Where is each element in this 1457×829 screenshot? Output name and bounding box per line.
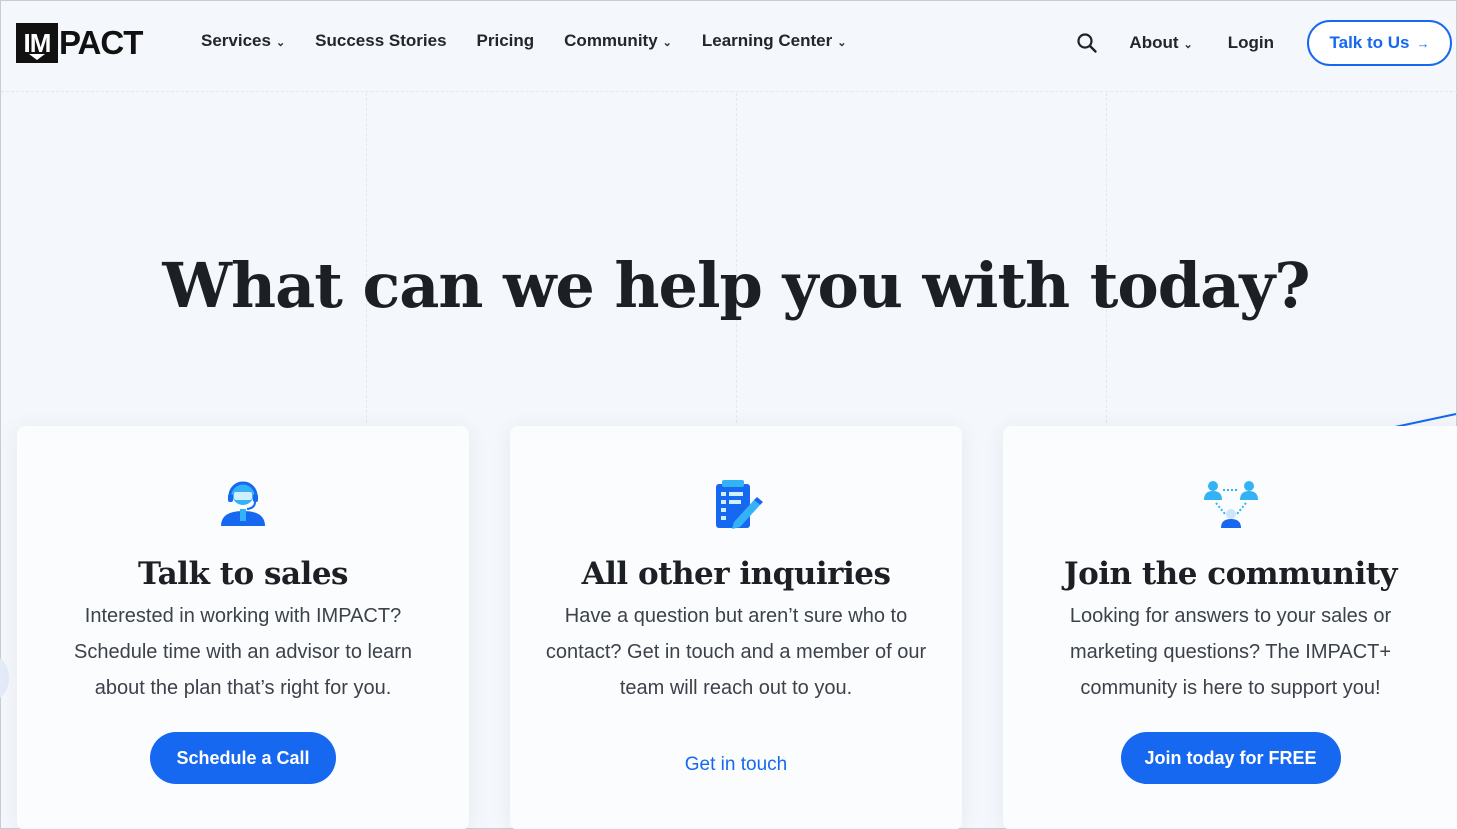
card-title: Join the community — [1063, 556, 1398, 592]
nav-label: Community — [564, 31, 658, 50]
site-header: IM PACT Services ⌄ Success Stories Prici… — [1, 1, 1457, 89]
nav-label: Learning Center — [701, 31, 833, 50]
chevron-down-icon: ⌄ — [662, 37, 672, 49]
card-description: Have a question but aren’t sure who to c… — [545, 605, 927, 699]
card-description: Looking for answers to your sales or mar… — [1069, 605, 1392, 699]
nav-label: Services — [201, 31, 271, 50]
arrow-right-icon: → — [1416, 35, 1430, 51]
card-title: All other inquiries — [581, 556, 891, 592]
search-icon[interactable] — [1075, 31, 1099, 55]
schedule-call-button[interactable]: Schedule a Call — [150, 732, 336, 784]
header-actions: About ⌄ Login Talk to Us → — [1075, 20, 1452, 66]
talk-to-us-button[interactable]: Talk to Us → — [1307, 20, 1452, 66]
nav-item-learning-center[interactable]: Learning Center ⌄ — [702, 31, 847, 51]
page-title: What can we help you with today? — [162, 249, 1310, 322]
nav-label: Success Stories — [315, 31, 447, 50]
nav-item-pricing[interactable]: Pricing — [477, 31, 535, 51]
nav-item-services[interactable]: Services ⌄ — [201, 31, 285, 51]
main-nav: Services ⌄ Success Stories Pricing Commu… — [201, 31, 846, 51]
nav-item-success-stories[interactable]: Success Stories — [315, 31, 446, 51]
guide-line-horizontal — [1, 91, 1457, 92]
card-talk-to-sales: Talk to sales Interested in working with… — [17, 426, 469, 829]
community-people-icon — [1203, 481, 1258, 528]
chevron-down-icon: ⌄ — [837, 37, 847, 49]
talk-to-us-label: Talk to Us — [1329, 33, 1410, 52]
logo-mark: IM — [16, 23, 58, 63]
nav-item-about[interactable]: About ⌄ — [1129, 33, 1192, 53]
clipboard-pencil-icon — [716, 480, 763, 529]
login-link[interactable]: Login — [1228, 33, 1274, 53]
nav-item-community[interactable]: Community ⌄ — [564, 31, 672, 51]
card-title: Talk to sales — [137, 556, 349, 592]
join-free-button[interactable]: Join today for FREE — [1120, 732, 1341, 784]
nav-label: Pricing — [476, 31, 535, 50]
impact-logo[interactable]: IM PACT — [16, 23, 143, 63]
card-other-inquiries: All other inquiries Have a question but … — [510, 426, 962, 829]
card-join-community: Join the community Looking for answers t… — [1003, 426, 1457, 829]
logo-wordmark: PACT — [59, 24, 143, 61]
nav-label: About — [1129, 33, 1179, 52]
get-in-touch-link[interactable]: Get in touch — [510, 754, 962, 776]
headset-agent-icon — [221, 481, 265, 526]
card-description: Interested in working with IMPACT? Sched… — [74, 605, 412, 699]
chevron-down-icon: ⌄ — [1183, 39, 1193, 51]
chevron-down-icon: ⌄ — [275, 37, 286, 49]
decorative-circle — [0, 656, 9, 700]
